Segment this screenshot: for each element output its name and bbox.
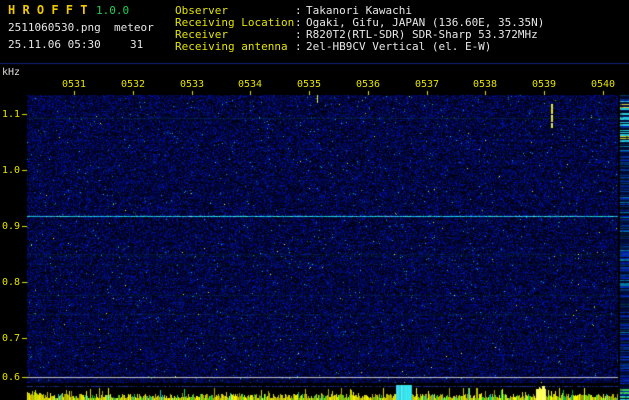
freq-tick-label: 0.8 [1, 277, 20, 288]
time-tick-label: 0537 [414, 79, 440, 90]
spectrogram-canvas [0, 0, 629, 400]
time-tick-label: 0538 [472, 79, 498, 90]
info-colon: : [295, 16, 302, 29]
time-tick-label: 0533 [179, 79, 205, 90]
info-label-observer: Observer [175, 4, 228, 17]
hrofft-window: H R O F F T 1.0.0 2511060530.png meteor … [0, 0, 629, 400]
timestamp: 25.11.06 05:30 [8, 38, 101, 51]
time-tick-label: 0534 [237, 79, 263, 90]
freq-tick-label: 1.0 [1, 165, 20, 176]
freq-tick-label: 0.9 [1, 221, 20, 232]
time-tick-label: 0536 [355, 79, 381, 90]
time-tick-label: 0532 [120, 79, 146, 90]
app-title: H R O F F T [8, 3, 88, 17]
info-label-antenna: Receiving antenna [175, 40, 288, 53]
info-colon: : [295, 28, 302, 41]
info-value-receiver: R820T2(RTL-SDR) SDR-Sharp 53.372MHz [306, 28, 538, 41]
info-value-location: Ogaki, Gifu, JAPAN (136.60E, 35.35N) [306, 16, 545, 29]
time-tick-label: 0535 [296, 79, 322, 90]
info-value-observer: Takanori Kawachi [306, 4, 412, 17]
app-version: 1.0.0 [96, 4, 130, 17]
info-colon: : [295, 40, 302, 53]
info-colon: : [295, 4, 302, 17]
freq-tick-label: 0.7 [1, 333, 20, 344]
echo-count: 31 [130, 38, 144, 51]
file-name: 2511060530.png [8, 21, 101, 34]
time-tick-label: 0539 [531, 79, 557, 90]
mode-label: meteor [114, 21, 154, 34]
info-label-receiver: Receiver [175, 28, 228, 41]
info-label-location: Receiving Location [175, 16, 295, 29]
khz-unit-label: kHz [2, 67, 21, 78]
info-value-antenna: 2el-HB9CV Vertical (el. E-W) [306, 40, 492, 53]
freq-tick-label: 1.1 [1, 109, 20, 120]
time-tick-label: 0540 [590, 79, 616, 90]
time-tick-label: 0531 [61, 79, 87, 90]
freq-tick-label: 0.6 [1, 372, 20, 383]
